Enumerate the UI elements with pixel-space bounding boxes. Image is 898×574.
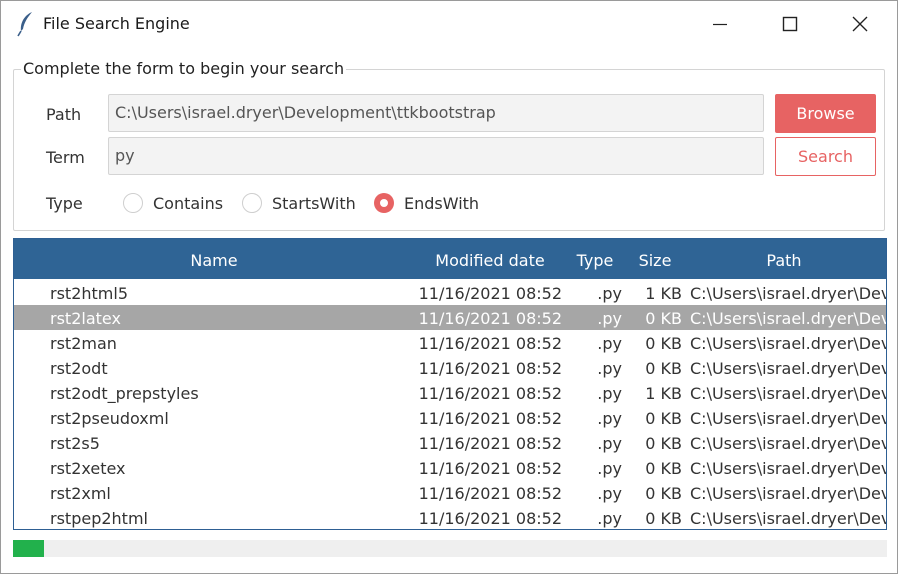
cell-size: 1 KB bbox=[645, 384, 682, 403]
table-row[interactable]: rstpep2html 11/16/2021 08:52 .py 0 KB C:\Use… bbox=[14, 505, 886, 529]
table-row[interactable]: rst2odt_prepstyles 11/16/2021 08:52 .py 1 K… bbox=[14, 380, 886, 405]
cell-type: .py bbox=[597, 434, 622, 453]
cell-date: 11/16/2021 08:52 bbox=[418, 409, 562, 428]
term-label: Term bbox=[46, 148, 85, 167]
radio-startswith[interactable]: StartsWith bbox=[242, 192, 356, 214]
column-header-modified[interactable]: Modified date bbox=[414, 239, 566, 279]
cell-type: .py bbox=[597, 384, 622, 403]
window-title: File Search Engine bbox=[43, 14, 190, 33]
cell-size: 0 KB bbox=[645, 334, 682, 353]
table-row[interactable]: rst2html5 11/16/2021 08:52 .py 1 KB C:\Users… bbox=[14, 280, 886, 305]
cell-date: 11/16/2021 08:52 bbox=[418, 309, 562, 328]
type-label: Type bbox=[46, 194, 83, 213]
radio-endswith[interactable]: EndsWith bbox=[374, 192, 479, 214]
path-label: Path bbox=[46, 105, 82, 124]
cell-path: C:\Users\israel.dryer\Dev bbox=[690, 509, 886, 528]
table-header: Name Modified date Type Size Path bbox=[14, 239, 886, 279]
table-row[interactable]: rst2odt 11/16/2021 08:52 .py 0 KB C:\Users\i… bbox=[14, 355, 886, 380]
cell-path: C:\Users\israel.dryer\Dev bbox=[690, 334, 886, 353]
cell-size: 0 KB bbox=[645, 359, 682, 378]
close-button[interactable] bbox=[837, 1, 883, 47]
cell-path: C:\Users\israel.dryer\Dev bbox=[690, 459, 886, 478]
cell-date: 11/16/2021 08:52 bbox=[418, 334, 562, 353]
cell-path: C:\Users\israel.dryer\Dev bbox=[690, 309, 886, 328]
table-row[interactable]: rst2man 11/16/2021 08:52 .py 0 KB C:\Users\i… bbox=[14, 330, 886, 355]
cell-type: .py bbox=[597, 484, 622, 503]
search-button[interactable]: Search bbox=[775, 137, 876, 176]
feather-icon bbox=[17, 12, 32, 37]
cell-date: 11/16/2021 08:52 bbox=[418, 509, 562, 528]
progress-bar bbox=[13, 540, 887, 557]
results-table[interactable]: Name Modified date Type Size Path rst2ht… bbox=[13, 238, 887, 530]
cell-size: 1 KB bbox=[645, 284, 682, 303]
cell-type: .py bbox=[597, 509, 622, 528]
cell-date: 11/16/2021 08:52 bbox=[418, 284, 562, 303]
column-header-path[interactable]: Path bbox=[686, 239, 882, 279]
column-header-name[interactable]: Name bbox=[14, 239, 414, 279]
cell-path: C:\Users\israel.dryer\Dev bbox=[690, 384, 886, 403]
cell-path: C:\Users\israel.dryer\Dev bbox=[690, 434, 886, 453]
cell-path: C:\Users\israel.dryer\Dev bbox=[690, 409, 886, 428]
app-window: File Search Engine Complete the form to … bbox=[0, 0, 898, 574]
cell-type: .py bbox=[597, 409, 622, 428]
radio-startswith-label: StartsWith bbox=[272, 193, 356, 213]
table-row[interactable]: rst2latex 11/16/2021 08:52 .py 0 KB C:\Users… bbox=[14, 305, 886, 330]
cell-type: .py bbox=[597, 309, 622, 328]
maximize-icon bbox=[782, 16, 798, 32]
minimize-button[interactable] bbox=[697, 1, 743, 47]
browse-button[interactable]: Browse bbox=[775, 94, 876, 133]
path-input[interactable]: C:\Users\israel.dryer\Development\ttkboo… bbox=[108, 94, 764, 132]
cell-date: 11/16/2021 08:52 bbox=[418, 459, 562, 478]
cell-size: 0 KB bbox=[645, 484, 682, 503]
cell-date: 11/16/2021 08:52 bbox=[418, 359, 562, 378]
cell-size: 0 KB bbox=[645, 409, 682, 428]
cell-path: C:\Users\israel.dryer\Dev bbox=[690, 284, 886, 303]
cell-type: .py bbox=[597, 334, 622, 353]
form-legend: Complete the form to begin your search bbox=[21, 59, 347, 78]
cell-type: .py bbox=[597, 359, 622, 378]
cell-type: .py bbox=[597, 459, 622, 478]
cell-path: C:\Users\israel.dryer\Dev bbox=[690, 484, 886, 503]
title-bar[interactable]: File Search Engine bbox=[1, 1, 897, 47]
radio-contains[interactable]: Contains bbox=[123, 192, 223, 214]
cell-type: .py bbox=[597, 284, 622, 303]
column-header-size[interactable]: Size bbox=[624, 239, 686, 279]
column-header-type[interactable]: Type bbox=[566, 239, 624, 279]
minimize-icon bbox=[713, 23, 727, 26]
term-input[interactable]: py bbox=[108, 137, 764, 175]
cell-path: C:\Users\israel.dryer\Dev bbox=[690, 359, 886, 378]
table-row[interactable]: rst2xetex 11/16/2021 08:52 .py 0 KB C:\Users… bbox=[14, 455, 886, 480]
radio-contains-label: Contains bbox=[153, 193, 224, 213]
maximize-button[interactable] bbox=[767, 1, 813, 47]
cell-date: 11/16/2021 08:52 bbox=[418, 484, 562, 503]
radio-endswith-label: EndsWith bbox=[404, 193, 480, 213]
table-row[interactable]: rst2s5 11/16/2021 08:52 .py 0 KB C:\Users\is… bbox=[14, 430, 886, 455]
cell-size: 0 KB bbox=[645, 309, 682, 328]
radio-indicator[interactable] bbox=[123, 193, 143, 213]
table-row[interactable]: rst2pseudoxml 11/16/2021 08:52 .py 0 KB C:\U… bbox=[14, 405, 886, 430]
radio-indicator[interactable] bbox=[242, 193, 262, 213]
cell-size: 0 KB bbox=[645, 459, 682, 478]
radio-indicator-selected[interactable] bbox=[374, 193, 394, 213]
progress-fill bbox=[13, 540, 45, 557]
table-row[interactable]: rst2xml 11/16/2021 08:52 .py 0 KB C:\Users\i… bbox=[14, 480, 886, 505]
cell-date: 11/16/2021 08:52 bbox=[418, 384, 562, 403]
close-icon bbox=[852, 16, 868, 32]
cell-date: 11/16/2021 08:52 bbox=[418, 434, 562, 453]
cell-size: 0 KB bbox=[645, 434, 682, 453]
cell-size: 0 KB bbox=[645, 509, 682, 528]
